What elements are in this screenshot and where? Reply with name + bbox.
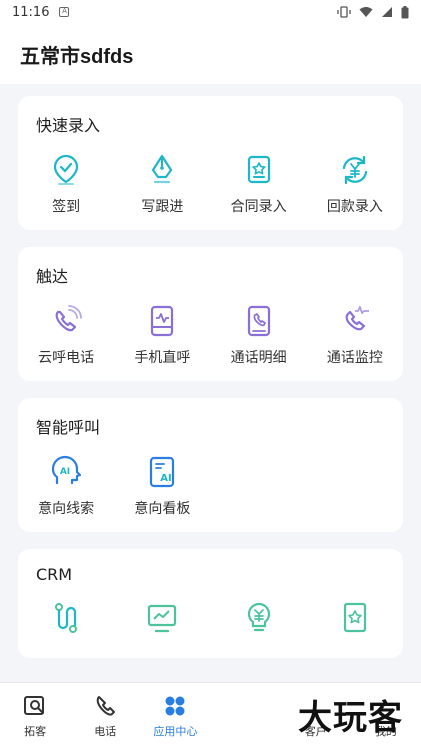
ai-lead-icon: AI xyxy=(48,454,84,490)
contract-entry-button[interactable]: 合同录入 xyxy=(211,152,307,216)
item-label: 意向看板 xyxy=(134,501,191,517)
ai-board-icon: AI xyxy=(144,454,180,490)
search-customer-icon xyxy=(22,693,48,719)
item-label: 手机直呼 xyxy=(134,350,191,366)
signal-icon xyxy=(382,7,392,17)
phone-icon xyxy=(92,693,118,719)
tab-hidden[interactable] xyxy=(211,683,281,748)
section-reach: 触达 云呼电话 手机直呼 通话明细 通话监控 xyxy=(18,247,403,381)
write-followup-button[interactable]: 写跟进 xyxy=(114,152,210,216)
call-detail-button[interactable]: 通话明细 xyxy=(211,303,307,367)
payment-entry-button[interactable]: 回款录入 xyxy=(307,152,403,216)
tab-prospect[interactable]: 拓客 xyxy=(0,683,70,748)
mobile-call-button[interactable]: 手机直呼 xyxy=(114,303,210,367)
item-label: 通话明细 xyxy=(230,350,287,366)
page-title: 五常市sdfds xyxy=(20,45,134,68)
payment-refresh-icon xyxy=(337,152,373,188)
status-time: 11:16 xyxy=(12,4,50,20)
mobile-call-icon xyxy=(144,303,180,339)
section-smart-call: 智能呼叫 AI 意向线索 AI 意向看板 xyxy=(18,398,403,532)
intent-board-button[interactable]: AI 意向看板 xyxy=(114,454,210,518)
item-label: 回款录入 xyxy=(326,199,383,215)
app-center-content[interactable]: 快速录入 签到 写跟进 合同录入 回款录入 触达 云呼电话 手机直呼 通话明细 … xyxy=(0,84,421,682)
checkin-location-icon xyxy=(48,152,84,188)
crm-item-4[interactable] xyxy=(307,600,403,644)
tab-app-center[interactable]: 应用中心 xyxy=(140,683,210,748)
vibrate-icon xyxy=(337,6,351,18)
section-title: 快速录入 xyxy=(36,116,101,135)
chart-monitor-icon xyxy=(144,600,180,636)
crm-item-1[interactable] xyxy=(18,600,114,644)
item-label: 签到 xyxy=(52,199,81,215)
svg-text:AI: AI xyxy=(60,467,70,477)
tab-phone[interactable]: 电话 xyxy=(70,683,140,748)
svg-text:AI: AI xyxy=(161,473,172,484)
pen-nib-icon xyxy=(144,152,180,188)
certificate-icon xyxy=(337,600,373,636)
cloud-call-button[interactable]: 云呼电话 xyxy=(18,303,114,367)
call-detail-icon xyxy=(241,303,277,339)
money-bulb-icon xyxy=(241,600,277,636)
status-icons xyxy=(337,5,409,19)
app-notification-icon: A xyxy=(59,7,70,17)
status-bar: 11:16 A xyxy=(0,0,421,24)
call-monitor-button[interactable]: 通话监控 xyxy=(307,303,403,367)
wifi-icon xyxy=(359,7,373,17)
app-header: 五常市sdfds xyxy=(0,24,421,84)
call-monitor-icon xyxy=(337,303,373,339)
flow-icon xyxy=(48,600,84,636)
section-title: 触达 xyxy=(36,267,69,286)
section-title: CRM xyxy=(36,565,73,584)
section-quick-entry: 快速录入 签到 写跟进 合同录入 回款录入 xyxy=(18,96,403,230)
item-label: 合同录入 xyxy=(230,199,287,215)
checkin-button[interactable]: 签到 xyxy=(18,152,114,216)
watermark: 大玩客 xyxy=(298,698,403,738)
contract-icon xyxy=(241,152,277,188)
item-label: 通话监控 xyxy=(326,350,383,366)
tab-label: 拓客 xyxy=(24,725,47,738)
battery-icon xyxy=(401,5,409,18)
tab-label: 电话 xyxy=(94,725,117,738)
crm-item-2[interactable] xyxy=(114,600,210,644)
item-label: 写跟进 xyxy=(141,199,184,215)
intent-leads-button[interactable]: AI 意向线索 xyxy=(18,454,114,518)
section-crm: CRM xyxy=(18,549,403,658)
cloud-call-icon xyxy=(48,303,84,339)
tab-label: 应用中心 xyxy=(153,725,198,738)
item-label: 意向线索 xyxy=(38,501,95,517)
crm-item-3[interactable] xyxy=(211,600,307,644)
item-label: 云呼电话 xyxy=(38,350,95,366)
app-center-icon xyxy=(162,693,188,719)
section-title: 智能呼叫 xyxy=(36,418,101,437)
